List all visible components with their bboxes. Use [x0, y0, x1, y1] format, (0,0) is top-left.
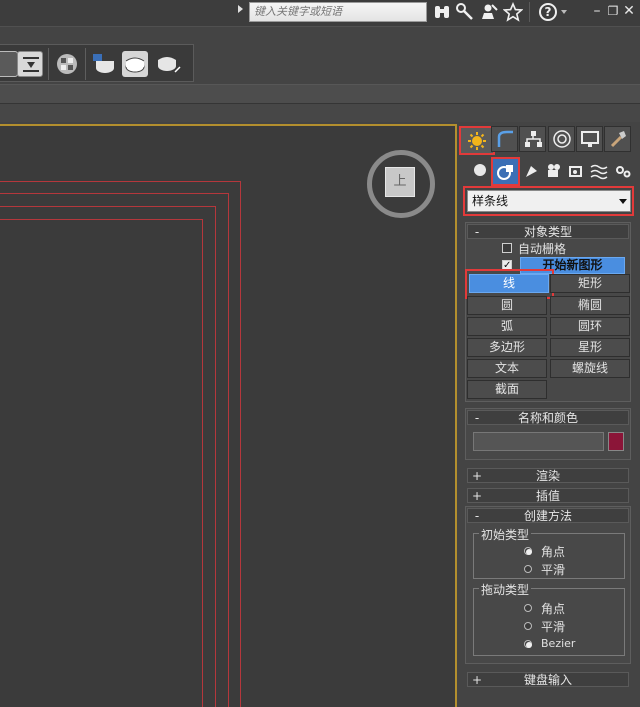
ellipse-button[interactable]: 椭圆: [550, 296, 630, 315]
infocenter-search-input[interactable]: 键入关键字或短语: [249, 2, 427, 22]
utilities-tab[interactable]: [604, 126, 631, 152]
systems-icon[interactable]: [612, 162, 634, 184]
object-color-swatch[interactable]: [608, 432, 624, 451]
text-button[interactable]: 文本: [467, 359, 547, 378]
arc-button[interactable]: 弧: [467, 317, 547, 336]
minimize-button[interactable]: –: [590, 3, 604, 19]
initial-type-label: 初始类型: [479, 526, 532, 543]
divider: [529, 2, 530, 22]
auto-grid-label: 自动栅格: [518, 242, 567, 256]
star-button[interactable]: 星形: [550, 338, 630, 357]
drag-corner-label: 角点: [541, 602, 566, 616]
helpers-icon[interactable]: [565, 162, 587, 184]
name-color-title: 名称和颜色: [517, 411, 578, 425]
favorite-star-icon[interactable]: [502, 1, 524, 22]
initial-corner-label: 角点: [541, 545, 566, 559]
help-dropdown-arrow-icon[interactable]: [561, 10, 567, 14]
align-icon[interactable]: [17, 51, 43, 77]
rollout-collapse-sign: -: [474, 411, 480, 425]
rendering-title: 渲染: [535, 469, 560, 483]
drag-type-label: 拖动类型: [479, 581, 532, 598]
line-button[interactable]: 线: [469, 274, 549, 293]
initial-smooth-radio[interactable]: [524, 565, 532, 573]
name-color-header[interactable]: - 名称和颜色: [467, 410, 629, 425]
snap-toggle-icon[interactable]: [0, 51, 18, 77]
rollout-expand-sign: +: [472, 489, 483, 503]
divider: [48, 48, 49, 80]
section-button[interactable]: 截面: [467, 380, 547, 399]
initial-smooth-label: 平滑: [541, 563, 566, 577]
initial-corner-radio[interactable]: [524, 547, 532, 555]
user-access-icon[interactable]: [479, 2, 499, 22]
helix-button[interactable]: 螺旋线: [550, 359, 630, 378]
rendered-frame-window-icon[interactable]: [122, 51, 148, 77]
restore-button[interactable]: ❐: [606, 3, 620, 19]
object-type-header[interactable]: - 对象类型: [467, 224, 629, 239]
modify-tab[interactable]: [491, 126, 518, 152]
drag-bezier-label: Bezier: [541, 637, 576, 650]
display-tab[interactable]: [576, 126, 603, 152]
binoculars-icon[interactable]: [432, 2, 452, 22]
drag-bezier-radio[interactable]: [524, 640, 532, 648]
rectangle-button[interactable]: 矩形: [550, 274, 630, 293]
rollout-expand-sign: +: [472, 469, 483, 483]
creation-method-header[interactable]: - 创建方法: [467, 508, 629, 523]
lights-icon[interactable]: [521, 162, 543, 184]
spline-outline: [0, 219, 203, 707]
shapes-icon[interactable]: [491, 157, 520, 186]
auto-grid-checkbox[interactable]: [502, 243, 512, 253]
viewcube-top-face[interactable]: 上: [385, 167, 415, 197]
rollout-collapse-sign: -: [474, 225, 480, 239]
chevron-down-icon[interactable]: [619, 199, 627, 204]
keyboard-entry-title: 键盘输入: [523, 673, 572, 687]
creation-method-title: 创建方法: [523, 509, 572, 523]
shape-category-dropdown[interactable]: 样条线: [467, 190, 631, 212]
rollout-collapse-sign: -: [474, 509, 480, 523]
rendering-rollout-header[interactable]: + 渲染: [467, 468, 629, 483]
ngon-button[interactable]: 多边形: [467, 338, 547, 357]
motion-tab[interactable]: [548, 126, 575, 152]
search-expand-arrow-icon[interactable]: [238, 5, 243, 13]
object-name-input[interactable]: [473, 432, 604, 451]
render-setup-icon[interactable]: [91, 51, 117, 77]
render-production-icon[interactable]: [155, 51, 181, 77]
geometry-icon[interactable]: [469, 162, 491, 184]
cameras-icon[interactable]: [543, 162, 565, 184]
interpolation-title: 插值: [535, 489, 560, 503]
create-tab[interactable]: [459, 126, 495, 155]
space-warps-icon[interactable]: [588, 162, 610, 184]
drag-smooth-radio[interactable]: [524, 622, 532, 630]
drag-smooth-label: 平滑: [541, 620, 566, 634]
ribbon-strip: [0, 84, 640, 104]
rollout-expand-sign: +: [472, 673, 483, 687]
object-type-title: 对象类型: [523, 225, 572, 239]
drag-corner-radio[interactable]: [524, 604, 532, 612]
viewport-label-strip: [0, 104, 640, 122]
divider: [85, 48, 86, 80]
interpolation-rollout-header[interactable]: + 插值: [467, 488, 629, 503]
circle-button[interactable]: 圆: [467, 296, 547, 315]
help-icon[interactable]: ?: [539, 3, 557, 21]
close-button[interactable]: ✕: [622, 3, 636, 19]
donut-button[interactable]: 圆环: [550, 317, 630, 336]
key-icon[interactable]: [455, 2, 475, 22]
keyboard-entry-rollout-header[interactable]: + 键盘输入: [467, 672, 629, 687]
hierarchy-tab[interactable]: [519, 126, 546, 152]
material-editor-icon[interactable]: [54, 51, 80, 77]
